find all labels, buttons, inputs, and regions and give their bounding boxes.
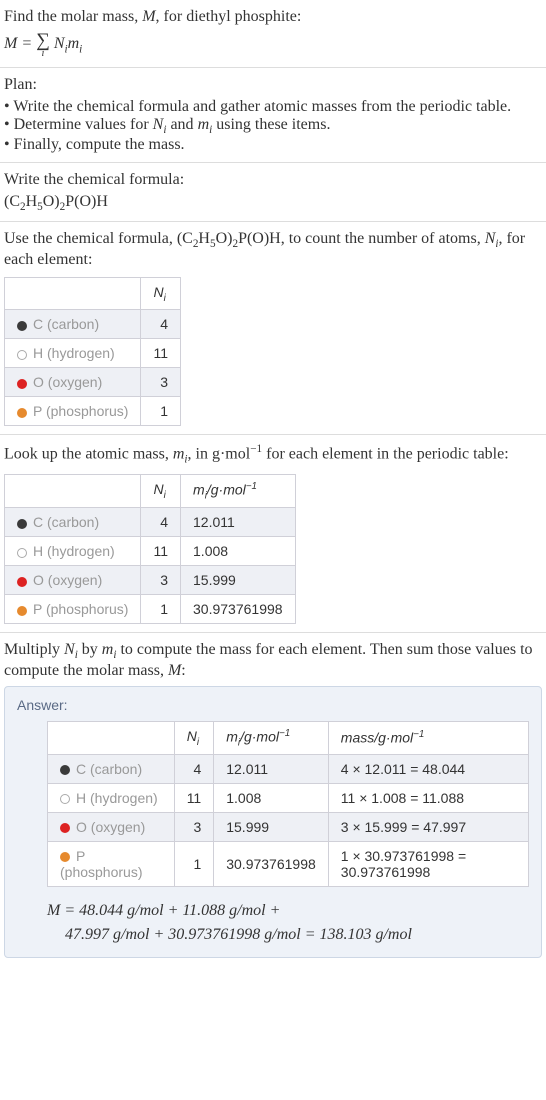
count-section: Use the chemical formula, (C2H5O)2P(O)H,… [0, 222, 546, 435]
element-cell: C (carbon) [5, 508, 141, 537]
element-cell: H (hydrogen) [5, 537, 141, 566]
hydrogen-dot-icon [17, 548, 27, 558]
chemical-formula-section: Write the chemical formula: (C2H5O)2P(O)… [0, 163, 546, 222]
n-value: 1 [141, 397, 181, 426]
ni-header: Ni [174, 721, 214, 754]
intro-M: M [142, 8, 155, 25]
table-row: H (hydrogen)111.00811 × 1.008 = 11.088 [48, 783, 529, 812]
table-row: O (oxygen)3 [5, 368, 181, 397]
final-equation: M = 48.044 g/mol + 11.088 g/mol + 47.997… [47, 899, 529, 947]
intro-line1b: , for diethyl phosphite: [156, 8, 302, 25]
chem-formula: (C2H5O)2P(O)H [4, 193, 542, 213]
carbon-dot-icon [17, 321, 27, 331]
eq-N: N [54, 35, 65, 52]
eq-lhs: M = [4, 35, 36, 52]
table-header-row: Ni mi/g·mol−1 [5, 474, 296, 507]
table-row: P (phosphorus)130.973761998 [5, 595, 296, 624]
plan-item: Determine values for Ni and mi using the… [4, 116, 542, 136]
intro-section: Find the molar mass, M, for diethyl phos… [0, 0, 546, 68]
element-cell: O (oxygen) [5, 368, 141, 397]
element-cell: C (carbon) [48, 754, 175, 783]
element-cell: O (oxygen) [5, 566, 141, 595]
answer-content: Ni mi/g·mol−1 mass/g·mol−1 C (carbon)412… [17, 721, 529, 947]
table-row: P (phosphorus)1 [5, 397, 181, 426]
table-row: O (oxygen)315.999 [5, 566, 296, 595]
n-value: 4 [141, 310, 181, 339]
answer-table: Ni mi/g·mol−1 mass/g·mol−1 C (carbon)412… [47, 721, 529, 887]
oxygen-dot-icon [17, 379, 27, 389]
molar-mass-equation: M = ∑i Nimi [4, 30, 542, 59]
element-cell: H (hydrogen) [5, 339, 141, 368]
empty-header [48, 721, 175, 754]
oxygen-dot-icon [60, 823, 70, 833]
element-cell: P (phosphorus) [5, 595, 141, 624]
multiply-text: Multiply Ni by mi to compute the mass fo… [4, 641, 542, 679]
eq-i2: i [79, 43, 82, 55]
phosphorus-dot-icon [60, 852, 70, 862]
element-cell: P (phosphorus) [48, 841, 175, 886]
table-row: P (phosphorus)130.9737619981 × 30.973761… [48, 841, 529, 886]
lookup-section: Look up the atomic mass, mi, in g·mol−1 … [0, 435, 546, 633]
lookup-table: Ni mi/g·mol−1 C (carbon)412.011 H (hydro… [4, 474, 296, 624]
element-cell: P (phosphorus) [5, 397, 141, 426]
empty-header [5, 474, 141, 507]
eq-m: m [68, 35, 80, 52]
intro-line1: Find the molar mass, [4, 8, 142, 25]
answer-box: Answer: Ni mi/g·mol−1 mass/g·mol−1 C (ca… [4, 686, 542, 958]
phosphorus-dot-icon [17, 408, 27, 418]
hydrogen-dot-icon [17, 350, 27, 360]
table-row: H (hydrogen)111.008 [5, 537, 296, 566]
n-value: 11 [141, 339, 181, 368]
sum-symbol: ∑i [36, 30, 50, 59]
carbon-dot-icon [17, 519, 27, 529]
intro-text: Find the molar mass, M, for diethyl phos… [4, 8, 542, 26]
table-row: C (carbon)412.011 [5, 508, 296, 537]
plan-item: Write the chemical formula and gather at… [4, 98, 542, 116]
multiply-section: Multiply Ni by mi to compute the mass fo… [0, 633, 546, 966]
chem-title: Write the chemical formula: [4, 171, 542, 189]
mi-header: mi/g·mol−1 [214, 721, 329, 754]
table-row: H (hydrogen)11 [5, 339, 181, 368]
plan-item: Finally, compute the mass. [4, 136, 542, 154]
n-value: 3 [141, 368, 181, 397]
element-cell: O (oxygen) [48, 812, 175, 841]
mi-header: mi/g·mol−1 [181, 474, 296, 507]
table-header-row: Ni [5, 277, 181, 310]
element-cell: C (carbon) [5, 310, 141, 339]
plan-title: Plan: [4, 76, 542, 94]
element-cell: H (hydrogen) [48, 783, 175, 812]
count-text: Use the chemical formula, (C2H5O)2P(O)H,… [4, 230, 542, 268]
ni-header: Ni [141, 277, 181, 310]
answer-label: Answer: [17, 697, 529, 713]
plan-section: Plan: Write the chemical formula and gat… [0, 68, 546, 163]
empty-header [5, 277, 141, 310]
oxygen-dot-icon [17, 577, 27, 587]
hydrogen-dot-icon [60, 794, 70, 804]
final-eq-line2: 47.997 g/mol + 30.973761998 g/mol = 138.… [47, 923, 529, 947]
table-row: C (carbon)4 [5, 310, 181, 339]
table-header-row: Ni mi/g·mol−1 mass/g·mol−1 [48, 721, 529, 754]
mass-header: mass/g·mol−1 [328, 721, 528, 754]
carbon-dot-icon [60, 765, 70, 775]
phosphorus-dot-icon [17, 606, 27, 616]
plan-list: Write the chemical formula and gather at… [4, 98, 542, 154]
final-eq-line1: M = 48.044 g/mol + 11.088 g/mol + [47, 899, 529, 923]
table-row: C (carbon)412.0114 × 12.011 = 48.044 [48, 754, 529, 783]
lookup-text: Look up the atomic mass, mi, in g·mol−1 … [4, 443, 542, 466]
count-table: Ni C (carbon)4 H (hydrogen)11 O (oxygen)… [4, 277, 181, 427]
table-row: O (oxygen)315.9993 × 15.999 = 47.997 [48, 812, 529, 841]
ni-header: Ni [141, 474, 181, 507]
